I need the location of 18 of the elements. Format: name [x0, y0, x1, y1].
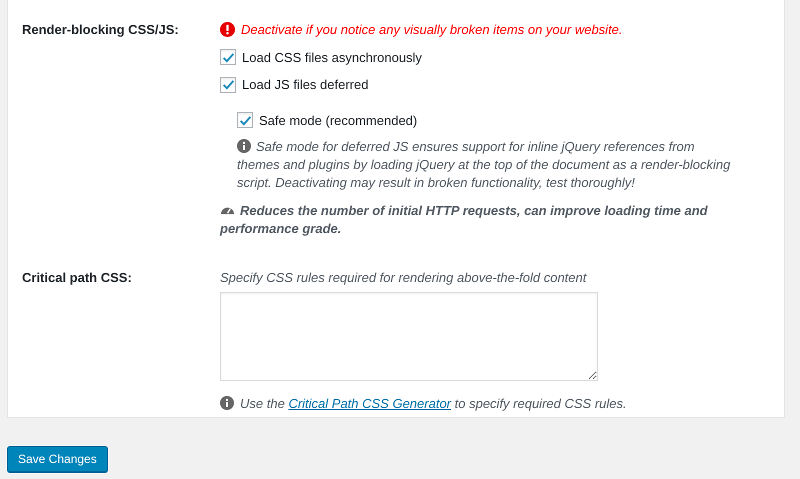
- note-text: Reduces the number of initial HTTP requests, can improve loading time and performance grade.: [220, 202, 709, 238]
- checkbox-label: Load CSS files asynchronously: [242, 48, 422, 67]
- hint-text: Specify CSS rules required for rendering above-the-fold content: [220, 269, 588, 287]
- info-icon: [220, 396, 234, 410]
- info-text: Use the Critical Path CSS Generator to specify required CSS rules.: [240, 394, 627, 413]
- warning-text: Deactivate if you notice any visually broken items on your website.: [241, 21, 623, 39]
- generator-link[interactable]: Critical Path CSS Generator: [288, 396, 452, 410]
- save-button[interactable]: Save Changes: [7, 446, 108, 472]
- field-label: Critical path CSS:: [22, 269, 133, 287]
- checkbox[interactable]: [220, 49, 236, 66]
- checkbox[interactable]: [220, 76, 236, 93]
- checkbox[interactable]: [237, 112, 253, 128]
- checkbox-label: Safe mode (recommended): [259, 112, 418, 130]
- info-icon: [237, 139, 251, 153]
- info-text: Safe mode for deferred JS ensures support for inline jQuery references from themes and plugins by loading jQuery at the top of the document as a render-blocking script. Deactivating may result in broken functionality, test thoroughly!: [237, 138, 732, 192]
- alert-icon: [220, 22, 235, 38]
- checkbox-label: Load JS files deferred: [242, 76, 368, 94]
- field-label: Render-blocking CSS/JS:: [22, 21, 180, 39]
